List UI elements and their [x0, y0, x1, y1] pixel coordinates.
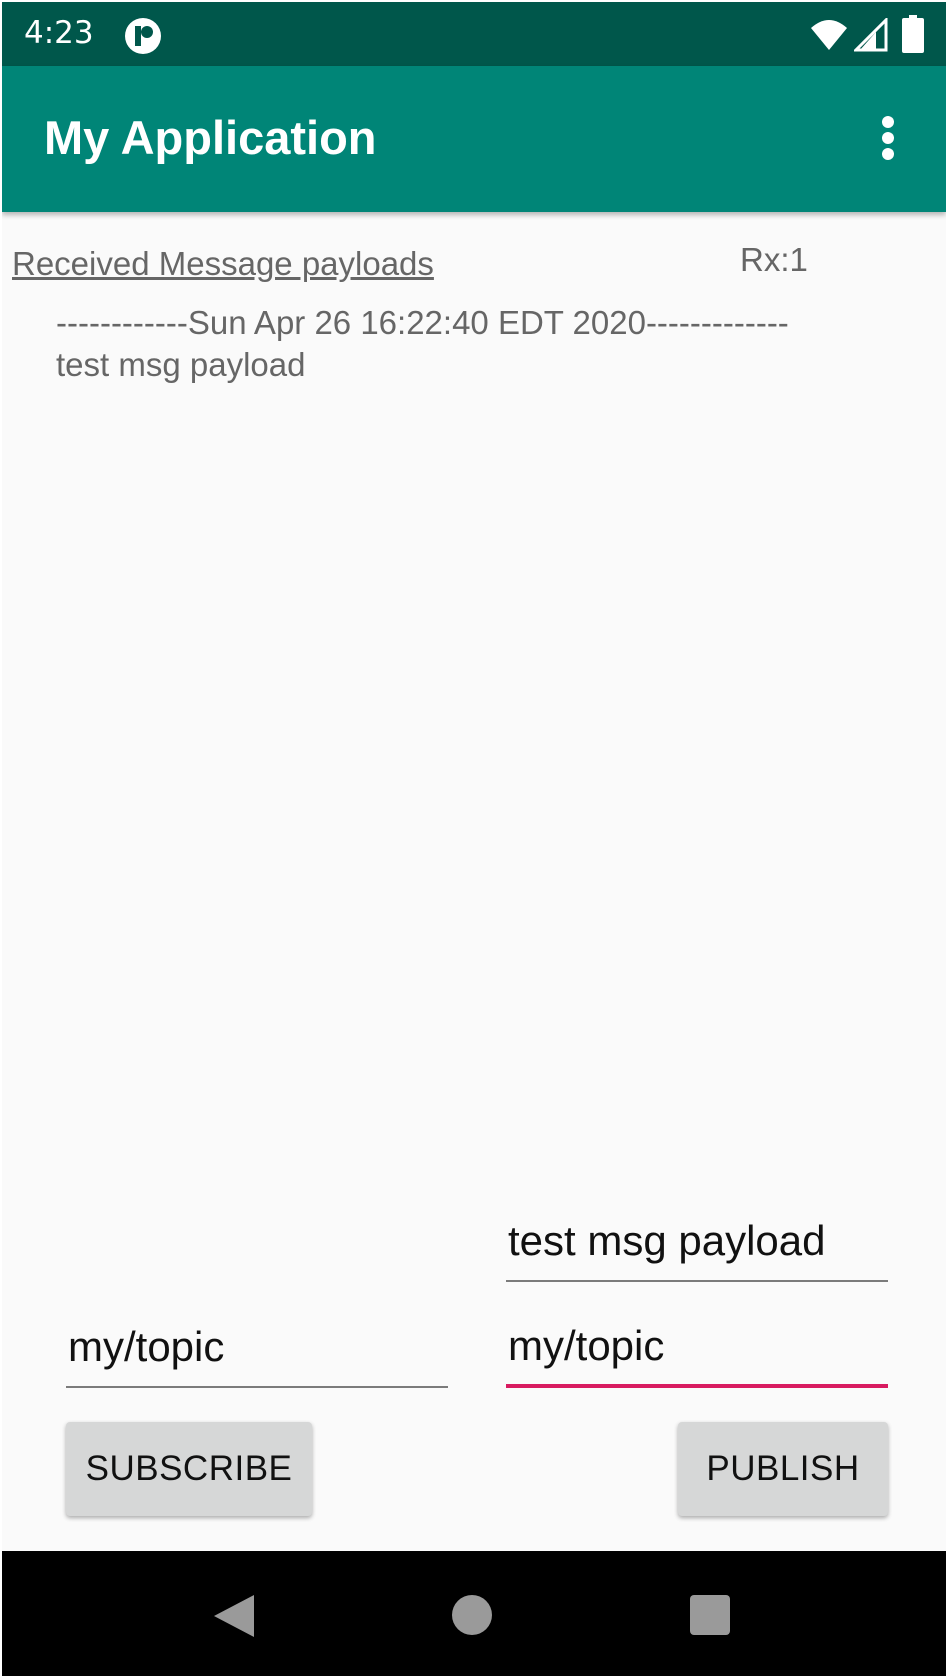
publish-button[interactable]: PUBLISH [678, 1422, 888, 1516]
navigation-bar [2, 1551, 946, 1676]
home-icon[interactable] [452, 1595, 492, 1635]
device-screen: 4:23 My Application Received Message pay… [0, 0, 946, 1676]
app-window: 4:23 My Application Received Message pay… [2, 2, 946, 1676]
signal-icon [854, 18, 888, 52]
subscribe-button[interactable]: SUBSCRIBE [66, 1422, 312, 1516]
payload-input[interactable] [506, 1212, 888, 1282]
rx-count-label: Rx:1 [740, 241, 808, 278]
subscribe-topic-input[interactable] [66, 1318, 448, 1388]
recents-icon[interactable] [690, 1595, 730, 1635]
wifi-icon [811, 20, 847, 50]
app-title: My Application [44, 111, 377, 164]
message-log: ------------Sun Apr 26 16:22:40 EDT 2020… [56, 304, 789, 383]
received-messages-heading: Received Message payloads [12, 245, 434, 282]
app-notification-icon [125, 18, 161, 54]
publish-topic-input[interactable] [506, 1318, 888, 1388]
app-bar: My Application [2, 66, 946, 212]
status-bar: 4:23 [2, 2, 946, 66]
battery-icon [902, 15, 924, 53]
overflow-menu-icon[interactable] [860, 110, 916, 166]
back-icon[interactable] [214, 1593, 258, 1639]
status-time: 4:23 [24, 15, 94, 51]
